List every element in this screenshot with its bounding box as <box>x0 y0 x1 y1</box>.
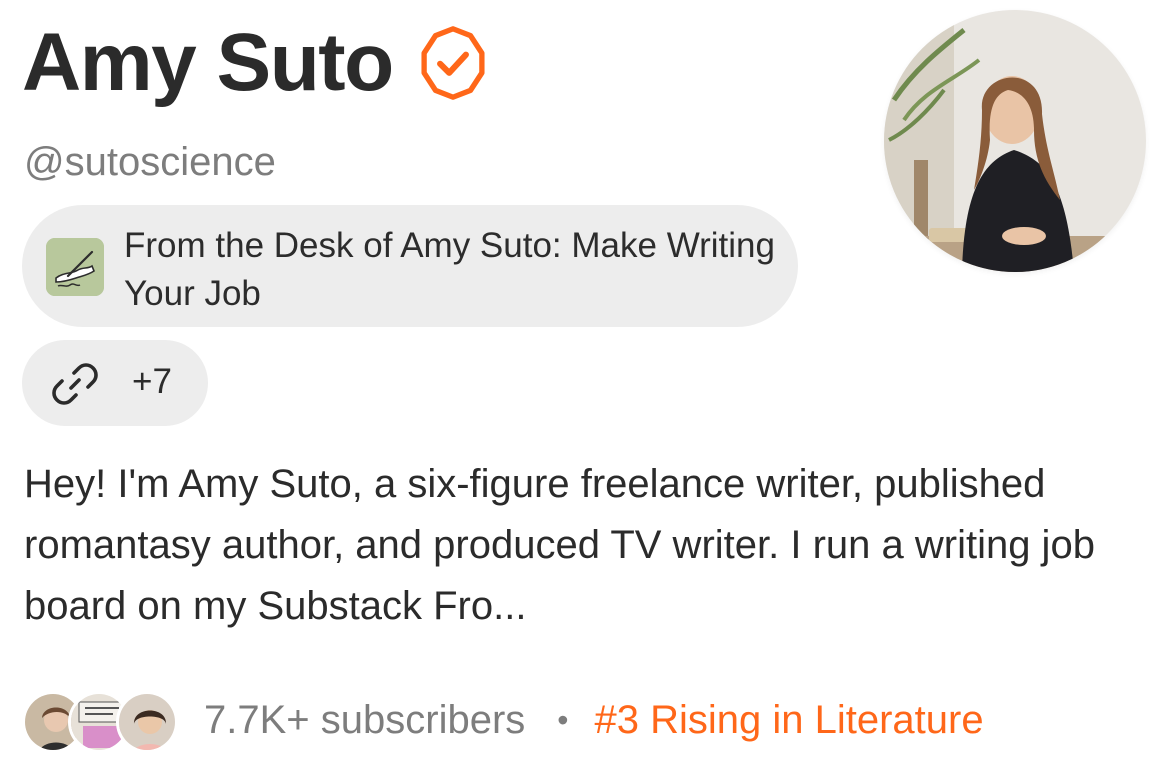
separator-dot: • <box>557 702 569 738</box>
hand-writing-icon <box>46 238 104 296</box>
profile-header: Amy Suto @sutoscience From the Desk of A… <box>0 0 1170 772</box>
rising-rank-link[interactable]: #3 Rising in Literature <box>594 700 983 740</box>
profile-handle: @sutoscience <box>24 140 276 184</box>
profile-stats: 7.7K+ subscribers • #3 Rising in Literat… <box>22 682 984 758</box>
subscriber-avatars <box>22 687 180 753</box>
profile-bio[interactable]: Hey! I'm Amy Suto, a six-figure freelanc… <box>24 454 1149 637</box>
links-button[interactable]: +7 <box>22 340 208 426</box>
subscriber-avatar <box>116 691 178 753</box>
profile-avatar[interactable] <box>884 10 1146 272</box>
links-count: +7 <box>132 362 172 401</box>
publication-pill[interactable]: From the Desk of Amy Suto: Make Writing … <box>22 205 798 327</box>
verified-badge-icon <box>421 26 485 100</box>
publication-title: From the Desk of Amy Suto: Make Writing … <box>124 226 775 313</box>
profile-name: Amy Suto <box>22 17 394 108</box>
name-row: Amy Suto <box>22 22 491 104</box>
subscriber-count: 7.7K+ subscribers <box>204 698 526 742</box>
link-icon <box>52 363 98 405</box>
